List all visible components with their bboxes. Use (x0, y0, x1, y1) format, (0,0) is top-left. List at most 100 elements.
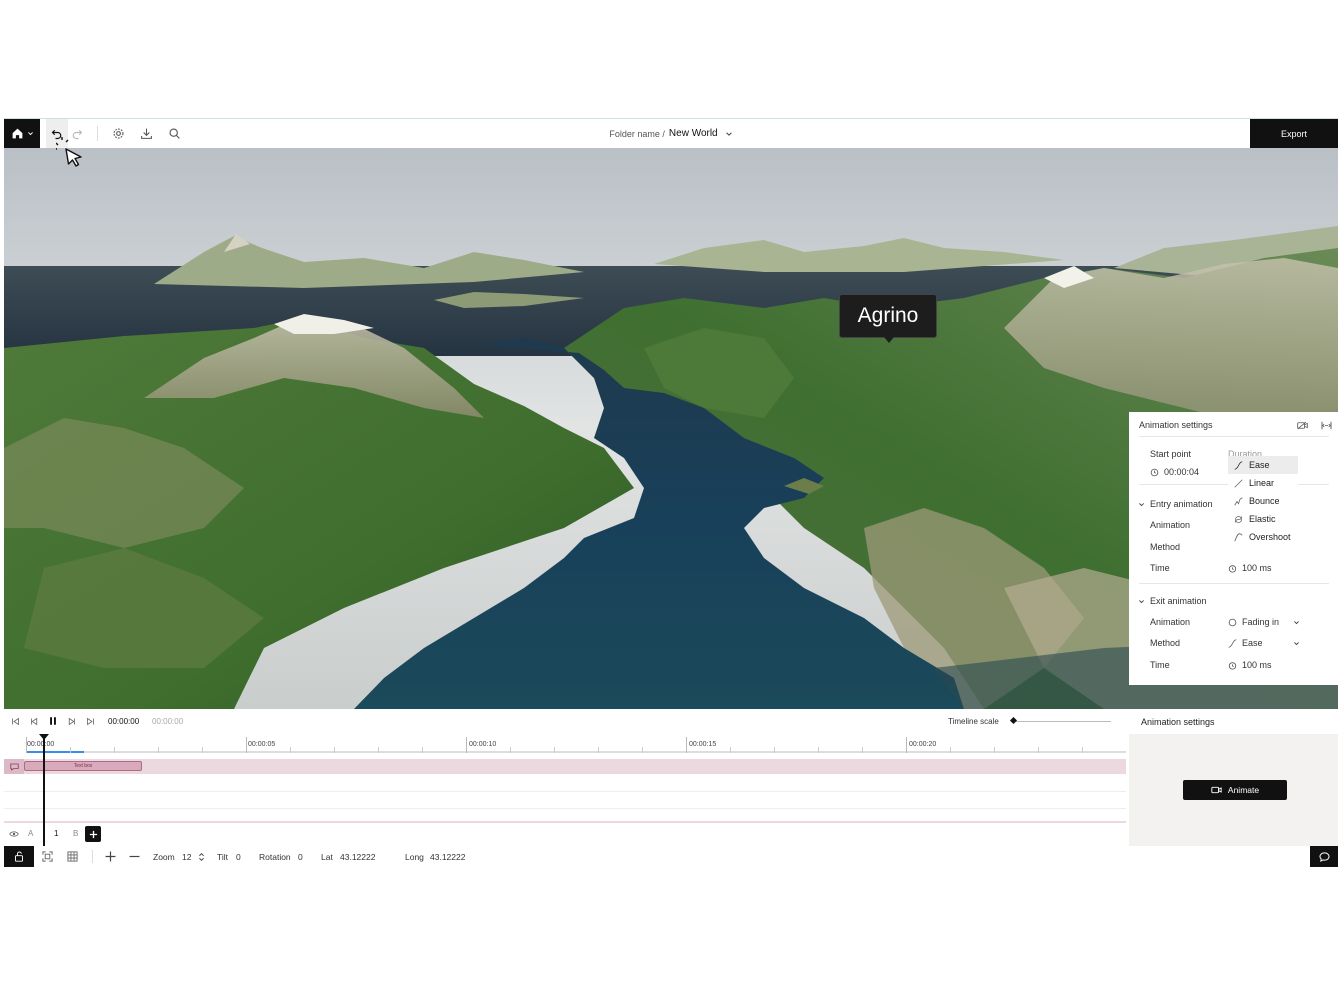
panel-title: Animation settings (1139, 420, 1213, 430)
export-button[interactable]: Export (1250, 119, 1338, 148)
map-place-label[interactable]: Agrino (839, 294, 937, 343)
chevron-down-icon (27, 132, 33, 136)
exit-method-label: Method (1150, 638, 1181, 648)
minor-tick (422, 747, 423, 753)
entry-animation-title: Entry animation (1150, 499, 1213, 509)
method-option-overshoot[interactable]: Overshoot (1228, 528, 1298, 546)
method-option-elastic[interactable]: Elastic (1228, 510, 1298, 528)
method-option-label: Overshoot (1249, 532, 1291, 542)
eye-icon[interactable] (9, 830, 19, 838)
layer-a-toggle[interactable]: A (28, 829, 33, 838)
empty-track[interactable] (4, 775, 1126, 792)
minor-tick (1038, 747, 1039, 753)
fit-view-button[interactable] (42, 846, 53, 867)
time-ruler[interactable]: 00:00:00 00:00:05 00:00:10 00:00:15 00:0… (26, 737, 1126, 753)
skip-end-icon[interactable] (86, 717, 95, 726)
zoom-out-button[interactable] (129, 846, 140, 867)
entry-method-label: Method (1150, 542, 1181, 552)
zoom-value[interactable]: 12 (182, 846, 191, 867)
entry-time-value: 100 ms (1242, 563, 1272, 573)
minor-tick (994, 747, 995, 753)
search-button[interactable] (163, 119, 185, 148)
exit-time-field[interactable]: 100 ms (1228, 660, 1272, 670)
minor-tick (158, 747, 159, 753)
chat-bubble-icon (1318, 851, 1330, 862)
method-option-label: Bounce (1249, 496, 1280, 506)
top-bar: Folder name / New World Export (4, 119, 1338, 148)
method-option-linear[interactable]: Linear (1228, 474, 1298, 492)
video-camera-icon (1211, 786, 1222, 794)
animate-button[interactable]: Animate (1183, 780, 1287, 800)
clip-label: Text box (73, 763, 93, 769)
lat-value[interactable]: 43.12222 (340, 846, 375, 867)
tick-label: 00:00:20 (909, 741, 937, 748)
playhead-handle[interactable] (39, 734, 49, 740)
exit-method-select[interactable]: Ease (1228, 638, 1300, 648)
pause-icon[interactable] (48, 716, 58, 726)
mouse-pointer-icon (56, 137, 82, 167)
empty-track[interactable] (4, 792, 1126, 809)
method-option-ease[interactable]: Ease (1228, 456, 1298, 474)
ease-curve-icon (1228, 638, 1237, 648)
layer-number[interactable]: 1 (54, 829, 58, 838)
gear-icon (113, 128, 123, 139)
zoom-in-button[interactable] (105, 846, 116, 867)
breadcrumb: Folder name / New World (4, 119, 1338, 148)
minor-tick (334, 747, 335, 753)
minor-tick (378, 747, 379, 753)
divider (1139, 436, 1329, 437)
status-divider (92, 850, 93, 863)
long-value[interactable]: 43.12222 (430, 846, 465, 867)
played-progress (26, 751, 84, 753)
text-track[interactable]: Text box (4, 759, 1126, 774)
tick-label: 00:00:05 (248, 741, 276, 748)
timeline-panel: 00:00:00 00:00:00 Timeline scale 00:00:0… (4, 709, 1126, 846)
project-title[interactable]: New World (669, 128, 718, 139)
start-point-value[interactable]: 00:00:04 (1164, 467, 1199, 477)
rotation-value[interactable]: 0 (298, 846, 303, 867)
camera-off-icon[interactable] (1297, 421, 1308, 430)
exit-animation-header[interactable]: Exit animation (1129, 592, 1338, 610)
chevron-down-icon[interactable] (725, 130, 733, 138)
tick-label: 00:00:15 (689, 741, 717, 748)
minor-tick (114, 747, 115, 753)
zoom-stepper[interactable] (198, 846, 205, 867)
grid-toggle-button[interactable] (67, 846, 78, 867)
minor-tick (202, 747, 203, 753)
minor-tick (950, 747, 951, 753)
step-forward-icon[interactable] (67, 717, 76, 726)
exit-animation-label: Animation (1150, 617, 1191, 627)
layer-controls: A 1 B (4, 825, 114, 843)
bounce-curve-icon (1234, 496, 1243, 505)
lock-button[interactable] (4, 846, 34, 867)
playback-controls: 00:00:00 00:00:00 Timeline scale (4, 709, 1126, 733)
skip-start-icon[interactable] (11, 717, 20, 726)
minor-tick (818, 747, 819, 753)
settings-button[interactable] (107, 119, 129, 148)
minor-tick (730, 747, 731, 753)
tilt-value[interactable]: 0 (236, 846, 241, 867)
text-box-clip[interactable]: Text box (24, 761, 142, 771)
breadcrumb-folder[interactable]: Folder name / (609, 129, 665, 139)
download-button[interactable] (135, 119, 157, 148)
collapse-panel-icon[interactable] (1321, 421, 1332, 430)
tick-label: 00:00:10 (469, 741, 497, 748)
minor-tick (70, 747, 71, 753)
entry-time-field[interactable]: 100 ms (1228, 563, 1272, 573)
chat-button[interactable] (1310, 846, 1338, 867)
add-layer-button[interactable] (85, 826, 101, 842)
layer-b-toggle[interactable]: B (73, 829, 78, 838)
long-label: Long (405, 851, 424, 862)
exit-method-row: Method Ease (1129, 634, 1338, 652)
major-tick (466, 737, 467, 753)
empty-track[interactable] (4, 809, 1126, 823)
side-panel-title: Animation settings (1129, 709, 1338, 734)
exit-animation-select[interactable]: Fading in (1228, 617, 1300, 627)
timeline-scale-handle[interactable] (1009, 716, 1018, 725)
home-menu-button[interactable] (4, 119, 40, 148)
timeline-scale-slider[interactable] (1011, 721, 1111, 722)
entry-time-label: Time (1150, 563, 1170, 573)
step-back-icon[interactable] (30, 717, 39, 726)
comment-icon (9, 763, 19, 771)
method-option-bounce[interactable]: Bounce (1228, 492, 1298, 510)
